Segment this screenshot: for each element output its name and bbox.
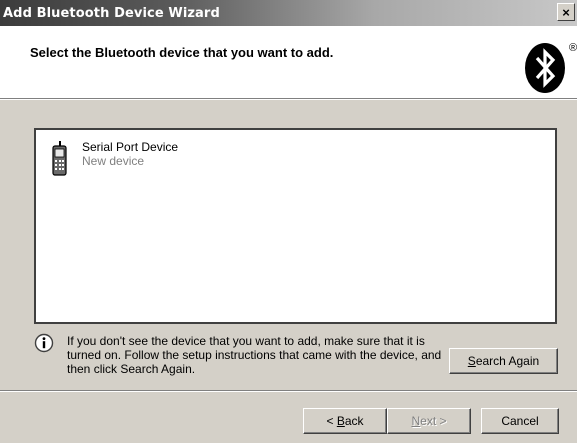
device-name: Serial Port Device bbox=[82, 140, 179, 154]
window-title: Add Bluetooth Device Wizard bbox=[3, 5, 220, 21]
title-bar: Add Bluetooth Device Wizard × bbox=[0, 0, 577, 26]
back-label: ack bbox=[344, 414, 364, 428]
next-label: ext > bbox=[420, 414, 447, 428]
device-list[interactable]: Serial Port Device New device bbox=[34, 128, 557, 324]
next-accesskey: N bbox=[411, 414, 421, 428]
next-button[interactable]: Next > bbox=[387, 408, 471, 434]
search-again-button[interactable]: Search Again bbox=[449, 348, 558, 374]
header-separator bbox=[0, 99, 577, 100]
footer-separator-highlight bbox=[0, 391, 577, 392]
cancel-button[interactable]: Cancel bbox=[481, 408, 559, 434]
close-button[interactable]: × bbox=[557, 3, 575, 21]
search-again-label: earch Again bbox=[475, 354, 540, 368]
phone-icon bbox=[52, 141, 67, 176]
close-icon: × bbox=[562, 4, 570, 20]
back-prefix: < bbox=[326, 414, 337, 428]
back-accesskey: B bbox=[336, 414, 345, 428]
registered-mark: ® bbox=[569, 42, 577, 54]
wizard-header: Select the Bluetooth device that you wan… bbox=[0, 26, 577, 99]
search-again-accesskey: S bbox=[467, 354, 476, 368]
device-status: New device bbox=[82, 154, 145, 168]
bluetooth-logo-icon: ® bbox=[525, 42, 577, 93]
page-title: Select the Bluetooth device that you wan… bbox=[30, 45, 334, 60]
list-item[interactable]: Serial Port Device New device bbox=[50, 140, 178, 178]
info-message: If you don't see the device that you wan… bbox=[67, 334, 442, 376]
back-button[interactable]: < Back bbox=[303, 408, 387, 434]
info-icon bbox=[34, 333, 54, 353]
